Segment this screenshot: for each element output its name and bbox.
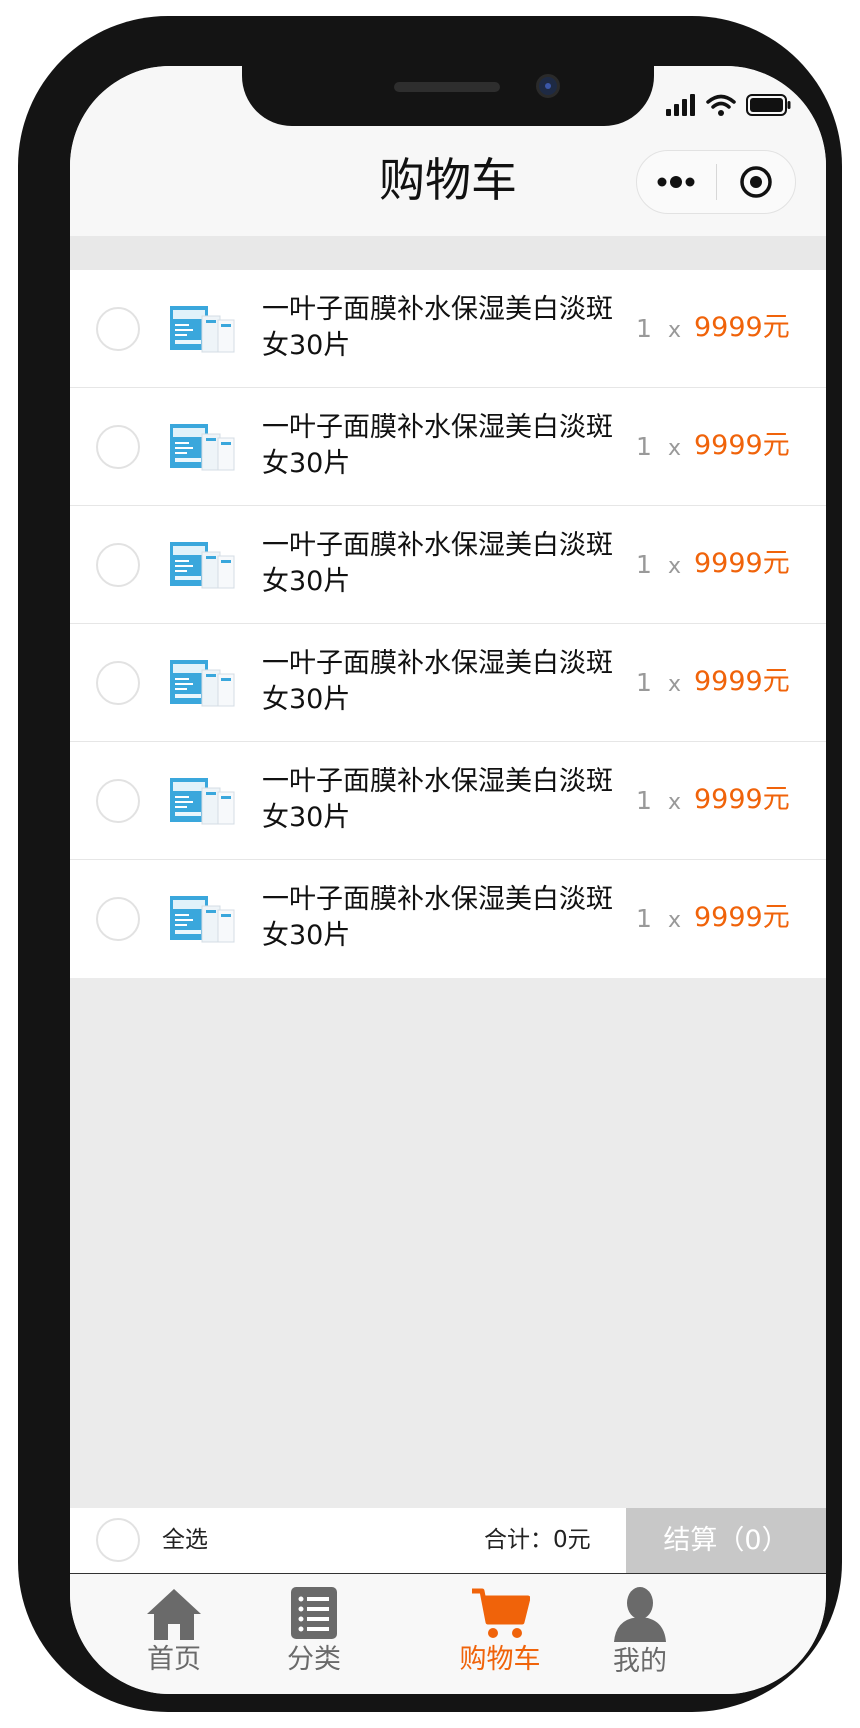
quantity-multiplier: x <box>668 436 682 461</box>
product-name[interactable]: 一叶子面膜补水保湿美白淡斑女30片 <box>262 528 626 600</box>
close-button[interactable] <box>717 151 796 213</box>
product-thumbnail[interactable] <box>170 304 236 354</box>
cart-item[interactable]: 一叶子面膜补水保湿美白淡斑女30片 1 x 9999元 <box>70 742 826 860</box>
item-quantity: 1 <box>636 550 652 579</box>
checkout-button[interactable]: 结算（0） <box>626 1508 826 1573</box>
battery-icon <box>746 94 791 116</box>
tab-cart[interactable]: 购物车 <box>440 1574 560 1684</box>
tab-bar: 首页 分类 购物车 我的 <box>70 1574 826 1694</box>
checkout-bar: 全选 合计：0元 结算（0） <box>70 1508 826 1574</box>
item-price: 9999元 <box>694 902 790 933</box>
item-checkbox[interactable] <box>96 425 140 469</box>
tab-mine[interactable]: 我的 <box>580 1574 700 1684</box>
item-checkbox[interactable] <box>96 661 140 705</box>
more-button[interactable] <box>637 151 716 213</box>
more-dots-icon <box>657 176 695 188</box>
tab-home[interactable]: 首页 <box>114 1574 234 1684</box>
product-name[interactable]: 一叶子面膜补水保湿美白淡斑女30片 <box>262 292 626 364</box>
target-circle-icon <box>740 166 772 198</box>
product-thumbnail[interactable] <box>170 776 236 826</box>
item-quantity: 1 <box>636 668 652 697</box>
product-name[interactable]: 一叶子面膜补水保湿美白淡斑女30片 <box>262 764 626 836</box>
quantity-multiplier: x <box>668 790 682 815</box>
product-thumbnail[interactable] <box>170 540 236 590</box>
item-checkbox[interactable] <box>96 543 140 587</box>
item-checkbox[interactable] <box>96 307 140 351</box>
item-quantity: 1 <box>636 314 652 343</box>
product-thumbnail[interactable] <box>170 658 236 708</box>
tab-category-label: 分类 <box>287 1644 341 1675</box>
header-separator <box>70 236 826 270</box>
product-name[interactable]: 一叶子面膜补水保湿美白淡斑女30片 <box>262 882 626 954</box>
quantity-multiplier: x <box>668 318 682 343</box>
product-name[interactable]: 一叶子面膜补水保湿美白淡斑女30片 <box>262 410 626 482</box>
select-all-label[interactable]: 全选 <box>162 1524 208 1556</box>
item-quantity: 1 <box>636 786 652 815</box>
cart-item[interactable]: 一叶子面膜补水保湿美白淡斑女30片 1 x 9999元 <box>70 270 826 388</box>
item-quantity: 1 <box>636 432 652 461</box>
status-bar <box>666 90 792 120</box>
mini-program-capsule <box>636 150 796 214</box>
quantity-multiplier: x <box>668 672 682 697</box>
cart-item[interactable]: 一叶子面膜补水保湿美白淡斑女30片 1 x 9999元 <box>70 388 826 506</box>
quantity-multiplier: x <box>668 554 682 579</box>
phone-notch <box>242 66 654 126</box>
home-icon <box>147 1589 201 1640</box>
tab-cart-label: 购物车 <box>459 1644 541 1675</box>
signal-icon <box>666 94 695 116</box>
product-thumbnail[interactable] <box>170 894 236 944</box>
item-checkbox[interactable] <box>96 897 140 941</box>
phone-frame: 购物车 一叶子面膜补水保湿美白淡斑女30片 1 x 9999元 一叶子面膜补水保… <box>18 16 842 1712</box>
tab-mine-label: 我的 <box>613 1646 667 1677</box>
total-amount: 合计：0元 <box>484 1527 591 1553</box>
select-all-checkbox[interactable] <box>96 1518 140 1562</box>
speaker-grille <box>394 82 500 92</box>
cart-icon <box>472 1588 530 1638</box>
item-price: 9999元 <box>694 312 790 343</box>
item-price: 9999元 <box>694 548 790 579</box>
product-name[interactable]: 一叶子面膜补水保湿美白淡斑女30片 <box>262 646 626 718</box>
item-price: 9999元 <box>694 784 790 815</box>
cart-list: 一叶子面膜补水保湿美白淡斑女30片 1 x 9999元 一叶子面膜补水保湿美白淡… <box>70 270 826 978</box>
cart-item[interactable]: 一叶子面膜补水保湿美白淡斑女30片 1 x 9999元 <box>70 506 826 624</box>
front-camera <box>536 74 560 98</box>
item-price: 9999元 <box>694 666 790 697</box>
item-checkbox[interactable] <box>96 779 140 823</box>
user-icon <box>614 1587 666 1642</box>
tab-category[interactable]: 分类 <box>254 1574 374 1684</box>
app-screen: 购物车 一叶子面膜补水保湿美白淡斑女30片 1 x 9999元 一叶子面膜补水保… <box>70 66 826 1694</box>
tab-home-label: 首页 <box>147 1644 201 1675</box>
item-quantity: 1 <box>636 904 652 933</box>
item-price: 9999元 <box>694 430 790 461</box>
list-icon <box>291 1587 337 1639</box>
wifi-icon <box>706 94 736 116</box>
product-thumbnail[interactable] <box>170 422 236 472</box>
quantity-multiplier: x <box>668 908 682 933</box>
cart-item[interactable]: 一叶子面膜补水保湿美白淡斑女30片 1 x 9999元 <box>70 624 826 742</box>
cart-item[interactable]: 一叶子面膜补水保湿美白淡斑女30片 1 x 9999元 <box>70 860 826 978</box>
